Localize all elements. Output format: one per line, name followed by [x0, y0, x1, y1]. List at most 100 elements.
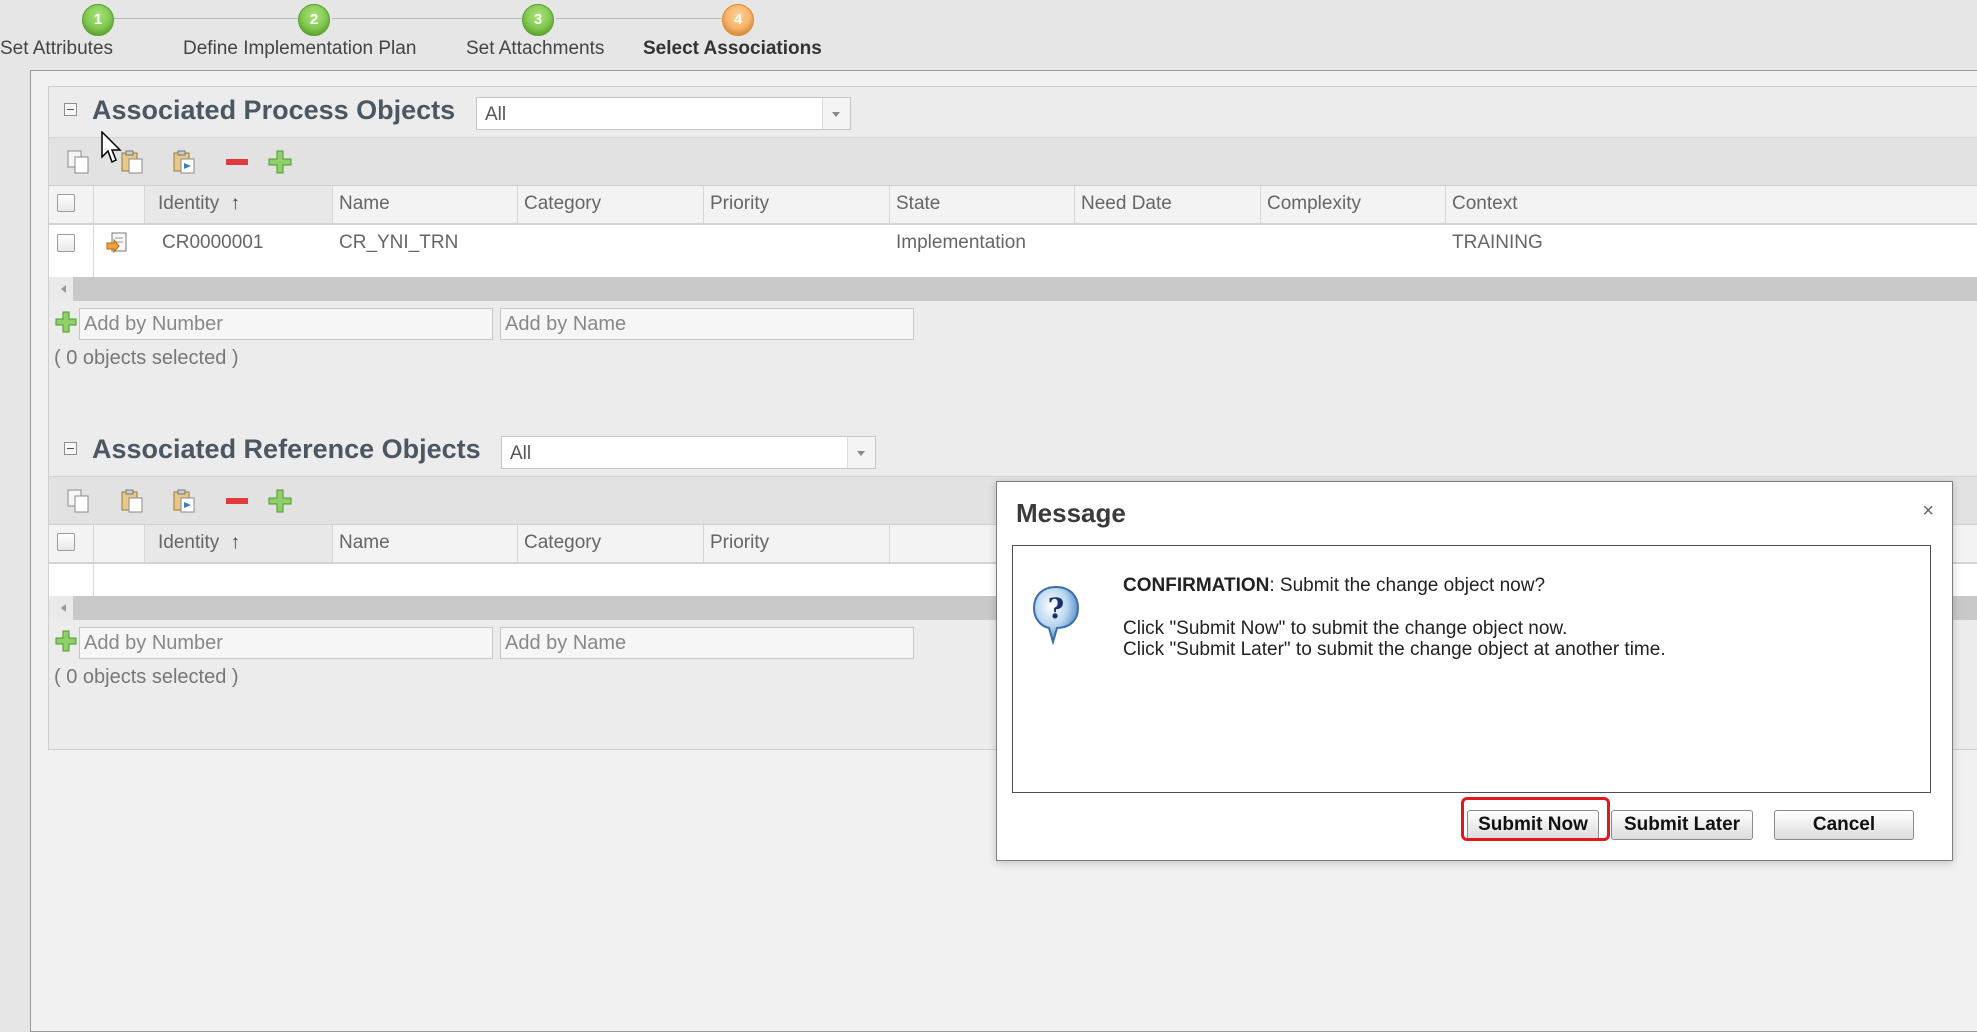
paste-icon[interactable]	[119, 488, 145, 514]
step-1-indicator[interactable]: 1	[82, 4, 114, 36]
section-header: Associated Process Objects All	[49, 87, 1977, 137]
column-divider	[1074, 186, 1075, 223]
filter-value: All	[510, 443, 532, 464]
section-header: Associated Reference Objects All	[49, 426, 1977, 476]
selected-count: ( 0 objects selected )	[54, 666, 239, 688]
process-grid-header: Identity ↑ Name Category Priority State …	[49, 185, 1977, 226]
reference-filter-dropdown[interactable]: All	[501, 436, 876, 469]
wizard-steps: 1 2 3 4 Set Attributes Define Implementa…	[0, 0, 1977, 62]
change-request-icon[interactable]	[105, 231, 129, 255]
remove-icon[interactable]	[224, 149, 250, 175]
column-header-identity[interactable]: Identity ↑	[158, 193, 240, 215]
column-label: Identity	[158, 193, 220, 214]
step-1-label[interactable]: Set Attributes	[0, 38, 113, 60]
column-divider	[889, 186, 890, 223]
column-divider	[703, 525, 704, 562]
column-header-complexity[interactable]: Complexity	[1267, 193, 1361, 215]
instruction-line-1: Click "Submit Now" to submit the change …	[1123, 618, 1568, 639]
remove-icon[interactable]	[224, 488, 250, 514]
sort-ascending-icon: ↑	[230, 532, 241, 553]
step-4-indicator[interactable]: 4	[722, 4, 754, 36]
cell-state: Implementation	[896, 232, 1026, 253]
svg-text:?: ?	[1048, 592, 1064, 625]
add-by-name-input[interactable]	[500, 308, 914, 340]
add-icon[interactable]	[55, 311, 77, 333]
column-divider	[332, 186, 333, 223]
column-divider	[1445, 186, 1446, 223]
add-icon[interactable]	[267, 149, 293, 175]
copy-icon[interactable]	[66, 149, 92, 175]
add-by-number-input[interactable]	[79, 308, 493, 340]
add-by-number-input[interactable]	[79, 627, 493, 659]
column-divider	[889, 525, 890, 562]
column-header-context[interactable]: Context	[1452, 193, 1517, 215]
copy-icon[interactable]	[66, 488, 92, 514]
confirmation-question: : Submit the change object now?	[1269, 575, 1546, 596]
cancel-button[interactable]: Cancel	[1774, 810, 1914, 840]
process-toolbar	[49, 137, 1977, 186]
mouse-cursor-icon	[101, 131, 122, 164]
column-divider	[517, 186, 518, 223]
wizard-connector	[332, 18, 522, 19]
paste-special-icon[interactable]	[171, 149, 197, 175]
step-4-label: Select Associations	[643, 38, 822, 59]
table-row[interactable]: CR0000001 CR_YNI_TRN Implementation TRAI…	[49, 225, 1977, 261]
column-header-category[interactable]: Category	[524, 193, 601, 215]
add-by-name-input[interactable]	[500, 627, 914, 659]
cell-name: CR_YNI_TRN	[339, 232, 459, 253]
column-header-name[interactable]: Name	[339, 532, 390, 554]
column-header-priority[interactable]: Priority	[710, 193, 769, 215]
chevron-down-icon[interactable]	[847, 437, 875, 468]
sort-ascending-icon: ↑	[230, 193, 241, 214]
column-divider	[93, 525, 94, 562]
column-header-need-date[interactable]: Need Date	[1081, 193, 1172, 215]
column-divider	[1260, 186, 1261, 223]
filter-value: All	[485, 104, 507, 125]
confirmation-label: CONFIRMATION	[1123, 575, 1270, 596]
horizontal-scrollbar[interactable]	[49, 277, 1977, 301]
close-icon[interactable]: ×	[1922, 500, 1934, 523]
paste-special-icon[interactable]	[171, 488, 197, 514]
instruction-line-2: Click "Submit Later" to submit the chang…	[1123, 639, 1666, 660]
process-add-row	[49, 305, 1977, 341]
section-title: Associated Process Objects	[92, 95, 456, 125]
column-header-name[interactable]: Name	[339, 193, 390, 215]
chevron-down-icon[interactable]	[822, 98, 850, 129]
scroll-left-icon[interactable]	[49, 596, 73, 620]
step-2-label[interactable]: Define Implementation Plan	[183, 38, 416, 60]
add-icon[interactable]	[55, 630, 77, 652]
add-icon[interactable]	[267, 488, 293, 514]
question-icon: ?	[1032, 585, 1080, 646]
process-filter-dropdown[interactable]: All	[476, 97, 851, 130]
dialog-title: Message	[1016, 498, 1126, 528]
column-header-priority[interactable]: Priority	[710, 532, 769, 554]
step-2-indicator[interactable]: 2	[298, 4, 330, 36]
column-divider	[332, 525, 333, 562]
message-dialog: Message × ? CONFIRMATION: Submit the cha…	[996, 481, 1953, 861]
column-header-category[interactable]: Category	[524, 532, 601, 554]
column-divider	[93, 186, 94, 223]
selected-count: ( 0 objects selected )	[54, 347, 239, 369]
submit-now-button[interactable]: Submit Now	[1467, 810, 1599, 840]
wizard-connector	[556, 18, 722, 19]
column-header-identity[interactable]: Identity ↑	[158, 532, 240, 554]
select-all-checkbox[interactable]	[57, 533, 75, 551]
collapse-toggle-icon[interactable]	[64, 103, 77, 116]
column-header-state[interactable]: State	[896, 193, 940, 215]
process-objects-section: Associated Process Objects All Identity …	[48, 86, 1977, 456]
step-3-label[interactable]: Set Attachments	[466, 38, 604, 60]
step-3-indicator[interactable]: 3	[522, 4, 554, 36]
scroll-left-icon[interactable]	[49, 277, 73, 301]
cell-identity[interactable]: CR0000001	[162, 232, 263, 254]
wizard-connector	[112, 18, 298, 19]
collapse-toggle-icon[interactable]	[64, 442, 77, 455]
column-label: Identity	[158, 532, 220, 553]
section-title: Associated Reference Objects	[92, 434, 481, 464]
column-divider	[517, 525, 518, 562]
column-divider	[703, 186, 704, 223]
submit-later-button[interactable]: Submit Later	[1611, 810, 1753, 840]
row-checkbox[interactable]	[57, 234, 75, 252]
confirmation-text: CONFIRMATION: Submit the change object n…	[1123, 575, 1545, 597]
select-all-checkbox[interactable]	[57, 194, 75, 212]
cell-context: TRAINING	[1452, 232, 1543, 253]
